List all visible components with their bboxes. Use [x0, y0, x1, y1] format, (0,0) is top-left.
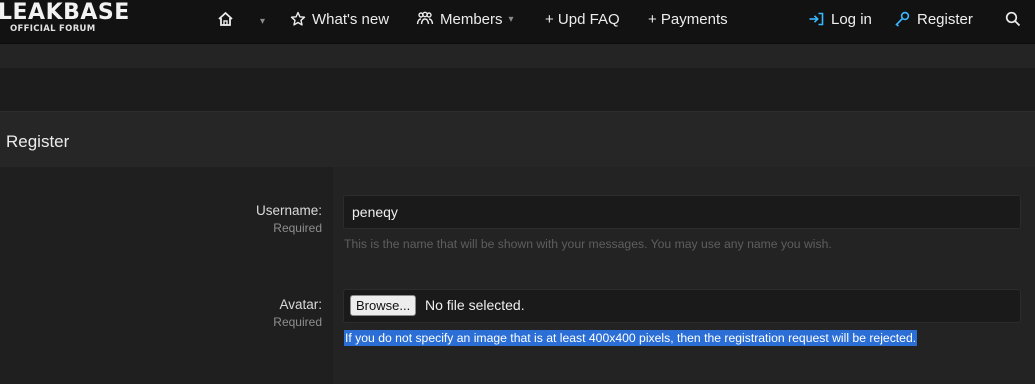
block-header: Register — [0, 111, 1035, 168]
nav-members-label: Members — [440, 10, 503, 28]
nav-members[interactable]: Members ▾ — [416, 10, 514, 28]
nav-home-dropdown[interactable]: ▾ — [260, 12, 265, 30]
avatar-required: Required — [273, 315, 322, 329]
logo-tagline: OFFICIAL FORUM — [10, 24, 96, 34]
nav-upd-faq[interactable]: + Upd FAQ — [545, 10, 620, 28]
nav-login[interactable]: Log in — [808, 10, 872, 28]
home-icon — [218, 12, 233, 26]
nav-payments[interactable]: + Payments — [648, 10, 728, 28]
username-hint: This is the name that will be shown with… — [344, 237, 832, 251]
page-spacer — [0, 68, 1035, 110]
users-icon — [416, 11, 434, 25]
nav-whats-new-label: What's new — [312, 10, 390, 28]
username-value: peneqy — [352, 204, 398, 220]
site-logo[interactable]: LEAKBASE OFFICIAL FORUM — [0, 0, 130, 35]
avatar-label: Avatar: — [279, 297, 322, 312]
top-navbar: LEAKBASE OFFICIAL FORUM ▾ What's new Mem… — [0, 0, 1035, 44]
search-icon — [1005, 11, 1021, 27]
nav-members-dropdown[interactable]: ▾ — [509, 14, 514, 25]
username-required: Required — [273, 221, 322, 235]
nav-home[interactable] — [217, 10, 234, 28]
sub-navbar — [0, 44, 1035, 68]
nav-login-label: Log in — [831, 10, 872, 28]
star-icon — [290, 11, 306, 26]
page-title: Register — [6, 132, 70, 151]
avatar-hint: If you do not specify an image that is a… — [344, 330, 918, 346]
nav-payments-label: + Payments — [648, 10, 728, 28]
nav-register-label: Register — [917, 10, 973, 28]
nav-upd-faq-label: + Upd FAQ — [545, 10, 620, 28]
file-status: No file selected. — [425, 297, 525, 313]
username-input[interactable] — [343, 195, 1021, 229]
browse-button[interactable]: Browse... — [350, 295, 417, 316]
nav-register[interactable]: Register — [894, 10, 973, 28]
nav-search[interactable] — [1005, 10, 1021, 28]
username-label: Username: — [255, 203, 322, 218]
nav-whats-new[interactable]: What's new — [290, 10, 389, 28]
login-icon — [809, 12, 824, 26]
logo-name: LEAKBASE — [0, 0, 130, 25]
key-icon — [895, 11, 910, 27]
